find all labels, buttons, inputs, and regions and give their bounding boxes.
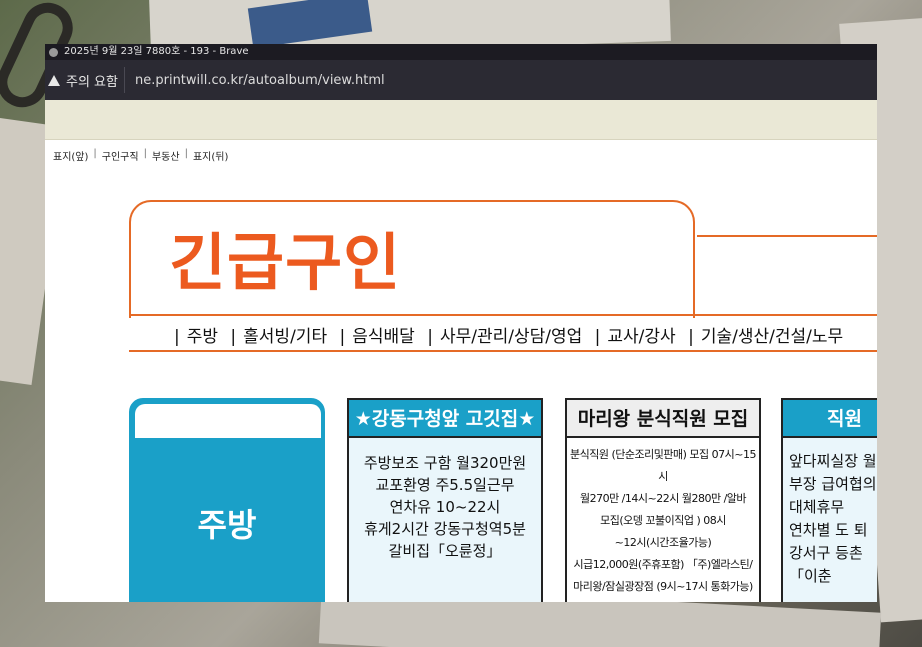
job-ad-body: 분식직원 (단순조리및판매) 모집 07시~15시 월270만 /14시~22시… [567,438,759,598]
category-separator: | [427,327,433,347]
browser-window: 2025년 9월 23일 7880호 - 193 - Brave 주의 요함 n… [45,44,877,602]
job-ad-line: 교포환영 주5.5일근무 [375,476,515,494]
job-ad-line: 강서구 등촌 [789,544,863,562]
category-teacher: 교사/강사 [607,327,676,347]
nav-link-cover-front[interactable]: 표지(앞) [53,148,88,163]
nav-separator: | [184,148,188,159]
category-card-tab [135,404,321,438]
job-ad-line: 「이춘 [789,567,832,585]
category-separator: | [594,327,601,347]
category-delivery: 음식배달 [352,327,415,347]
nav-link-real-estate[interactable]: 부동산 [152,148,180,163]
warning-icon [48,74,60,86]
title-bar: 2025년 9월 23일 7880호 - 193 - Brave [45,44,877,60]
job-ad-title: 마리왕 분식직원 모집 [567,400,759,438]
job-ad-title: ★강동구청앞 고깃집★ [349,400,541,438]
category-card: 주방 [129,398,325,602]
category-card-label: 주방 [197,506,257,544]
category-bar: | 주방 | 홀서빙/기타 | 음식배달 | 사무/관리/상담/영업 | 교사/강사 | 기… [167,322,843,347]
job-ad-body: 주방보조 구함 월320만원 교포환영 주5.5일근무 연차유 10~22시 휴… [349,438,541,562]
page-toolbar [45,100,877,140]
page-content: 표지(앞) | 구인구직 | 부동산 | 표지(뒤) 긴급구인 | 주방 | 홀서빙… [45,140,877,602]
banner-title: 긴급구인 [169,226,402,299]
job-ad-body: 앞다찌실장 월 부장 급여협의 대체휴무 연차별 도 퇴 강서구 등촌 「이춘 [783,438,877,588]
category-technical: 기술/생산/건설/노무 [700,327,844,347]
job-ad: ★강동구청앞 고깃집★ 주방보조 구함 월320만원 교포환영 주5.5일근무 … [347,398,543,602]
banner-divider [129,314,877,316]
job-ad-line: 주방보조 구함 월320만원 [363,454,527,472]
job-ad-line: 연차유 10~22시 [389,498,501,516]
banner-divider [697,235,877,237]
nav-link-cover-back[interactable]: 표지(뒤) [193,148,228,163]
job-ad-line: 분식직원 (단순조리및판매) 모집 07시~15시 [570,448,756,483]
category-separator: | [688,327,694,347]
window-title: 2025년 9월 23일 7880호 - 193 - Brave [64,46,249,57]
job-ad-line: 갈비집「오륜정」 [388,542,502,560]
url-text[interactable]: ne.printwill.co.kr/autoalbum/view.html [135,73,385,88]
job-ad: 직원 앞다찌실장 월 부장 급여협의 대체휴무 연차별 도 퇴 강서구 등촌 「… [781,398,877,602]
address-bar[interactable]: 주의 요함 ne.printwill.co.kr/autoalbum/view.… [45,60,877,100]
job-ad-line: 대체휴무 [789,498,845,516]
job-ad-line: 앞다찌실장 월 [789,452,877,470]
nav-separator: | [93,148,97,159]
job-ad-line: 시급12,000원(주휴포함) 「주)엘라스틴/ [573,558,753,571]
section-nav: 표지(앞) | 구인구직 | 부동산 | 표지(뒤) [53,148,228,163]
job-ad-line: 월270만 /14시~22시 월280만 /알바 [579,492,747,505]
category-separator: | [174,327,180,347]
category-kitchen: 주방 [186,327,219,347]
job-ad-title: 직원 [783,400,877,438]
banner-divider [129,350,877,352]
job-ad-line: 부장 급여협의 [789,475,877,493]
job-ad-line: 휴게2시간 강동구청역5분 [364,520,526,538]
security-label: 주의 요함 [66,74,118,90]
job-ad-line: 모집(오뎅 꼬불이직업 ) 08시 [600,514,726,527]
job-ad: 마리왕 분식직원 모집 분식직원 (단순조리및판매) 모집 07시~15시 월2… [565,398,761,602]
nav-link-jobs[interactable]: 구인구직 [102,148,139,163]
category-office: 사무/관리/상담/영업 [439,327,583,347]
brave-icon [49,47,58,57]
job-ad-line: 연차별 도 퇴 [789,521,868,539]
category-separator: | [230,327,237,347]
job-ad-line: 마리왕/잠실광장점 (9시~17시 통화가능) [573,580,753,593]
security-indicator[interactable]: 주의 요함 [45,67,125,93]
category-separator: | [339,327,346,347]
nav-separator: | [143,148,147,159]
job-ad-line: ~12시(시간조율가능) [614,536,712,549]
category-hall-serving: 홀서빙/기타 [243,327,328,347]
